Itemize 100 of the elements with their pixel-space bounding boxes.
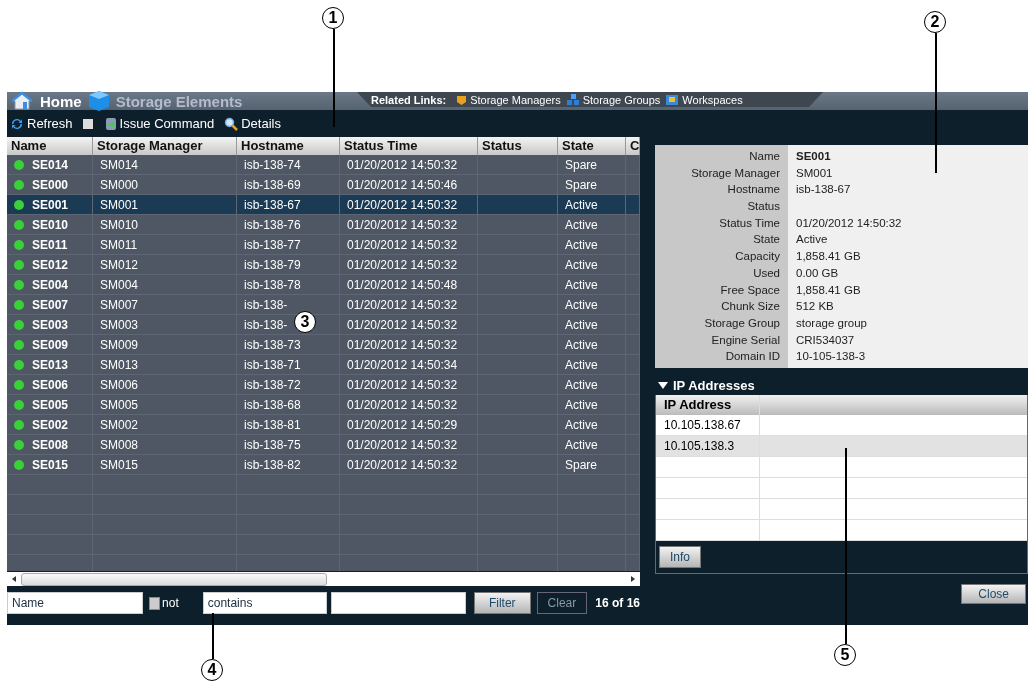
status-dot	[14, 279, 24, 290]
table-row[interactable]: SE005 SM005 isb-138-68 01/20/2012 14:50:32 Active	[7, 395, 640, 415]
table-cell: Active	[565, 257, 598, 272]
detail-value: 10-105-138-3	[796, 350, 866, 363]
filter-button[interactable]: Filter	[473, 592, 531, 614]
table-cell: SM008	[100, 437, 139, 452]
detail-value: 01/20/2012 14:50:32	[796, 216, 902, 229]
table-cell: SM010	[100, 217, 139, 232]
table-cell: SM007	[100, 297, 139, 312]
value-field[interactable]	[331, 592, 466, 614]
table-cell: SM012	[100, 257, 139, 272]
column-header[interactable]: Hostname	[237, 137, 340, 155]
detail-value: 0.00 GB	[796, 266, 839, 279]
table-row[interactable]: SE004 SM004 isb-138-78 01/20/2012 14:50:48 Active	[7, 275, 640, 295]
table-row[interactable]: SE002 SM002 isb-138-81 01/20/2012 14:50:29 Active	[7, 415, 640, 435]
column-header[interactable]: Storage Manager	[93, 137, 237, 155]
table-cell: SE002	[32, 417, 69, 432]
table-cell: Spare	[565, 157, 598, 172]
table-cell: Active	[565, 277, 598, 292]
table-row[interactable]: SE009 SM009 isb-138-73 01/20/2012 14:50:32 Active	[7, 335, 640, 355]
detail-label: Used	[753, 266, 780, 279]
column-header[interactable]: State	[558, 137, 626, 155]
table-cell: SM009	[100, 337, 139, 352]
not-checkbox[interactable]	[149, 596, 161, 610]
table-row[interactable]: SE014 SM014 isb-138-74 01/20/2012 14:50:32 Spare	[7, 155, 640, 175]
horizontal-scrollbar[interactable]	[7, 572, 640, 586]
table-row[interactable]: SE013 SM013 isb-138-71 01/20/2012 14:50:34 Active	[7, 355, 640, 375]
table-cell: SE015	[32, 457, 69, 472]
window-icon	[666, 93, 680, 106]
column-header[interactable]: Name	[7, 137, 93, 155]
toolbar-button[interactable]: Refresh	[10, 116, 73, 131]
detail-value: CRI534037	[796, 333, 855, 346]
detail-value: storage group	[796, 316, 867, 329]
status-dot	[14, 379, 24, 390]
table-cell: SE011	[32, 237, 68, 252]
table-cell: isb-138-74	[244, 157, 301, 172]
callout-number: 4	[201, 659, 223, 681]
table-row[interactable]: SE008 SM008 isb-138-75 01/20/2012 14:50:32 Active	[7, 435, 640, 455]
detail-label: State	[753, 233, 780, 246]
section-toggle[interactable]: IP Addresses	[655, 377, 1028, 393]
table-cell: Active	[565, 217, 598, 232]
table-row[interactable]: SE007 SM007 isb-138- 01/20/2012 14:50:32 Active	[7, 295, 640, 315]
table-cell: 10.105.138.3	[664, 438, 735, 453]
detail-value: isb-138-67	[796, 183, 851, 196]
table-cell: isb-138-72	[244, 377, 301, 392]
callout-number: 1	[322, 7, 344, 29]
related-link[interactable]: Storage Managers	[456, 93, 561, 106]
operator-field[interactable]: contains	[202, 592, 328, 614]
table-cell: 01/20/2012 14:50:32	[347, 317, 458, 332]
square-icon[interactable]	[82, 118, 93, 129]
toolbar-button[interactable]: Details	[224, 116, 281, 131]
not-label: not	[162, 596, 179, 610]
table-cell: isb-138-82	[244, 457, 301, 472]
related-link[interactable]: Storage Groups	[566, 93, 661, 106]
table-row[interactable]: SE015 SM015 isb-138-82 01/20/2012 14:50:32 Spare	[7, 455, 640, 475]
detail-label: Storage Group	[704, 316, 780, 329]
table-cell: SM002	[100, 417, 139, 432]
refresh-icon	[10, 116, 24, 131]
ip-row[interactable]: 10.105.138.3	[656, 435, 1027, 457]
table-cell: SE014	[32, 157, 69, 172]
detail-value: 1,858.41 GB	[796, 283, 861, 296]
status-dot	[14, 339, 24, 350]
table-cell: 01/20/2012 14:50:32	[347, 437, 458, 452]
toolbar-button[interactable]: Issue Command	[104, 116, 215, 131]
table-cell: SE005	[32, 397, 69, 412]
table-row[interactable]: SE012 SM012 isb-138-79 01/20/2012 14:50:32 Active	[7, 255, 640, 275]
detail-label: Status	[747, 200, 780, 213]
table-row[interactable]: SE010 SM010 isb-138-76 01/20/2012 14:50:32 Active	[7, 215, 640, 235]
column-header[interactable]: Status Time	[340, 137, 478, 155]
cube-icon	[87, 90, 110, 112]
related-links-label: Related Links:	[371, 93, 447, 106]
table-cell: SE013	[32, 357, 69, 372]
table-cell: SM000	[100, 177, 139, 192]
table-cell: 01/20/2012 14:50:32	[347, 217, 458, 232]
info-button[interactable]: Info	[659, 545, 701, 568]
detail-label: Status Time	[719, 216, 780, 229]
table-cell: isb-138-73	[244, 337, 301, 352]
callout-number: 2	[924, 11, 946, 33]
table-row[interactable]: SE011 SM011 isb-138-77 01/20/2012 14:50:32 Active	[7, 235, 640, 255]
status-dot	[14, 259, 24, 270]
column-header[interactable]: C	[626, 137, 640, 155]
table-cell: SM011	[100, 237, 138, 252]
table-cell: 01/20/2012 14:50:32	[347, 337, 458, 352]
column-header[interactable]: Status	[478, 137, 558, 155]
table-cell: Active	[565, 417, 598, 432]
status-dot	[14, 179, 24, 190]
table-cell: SE008	[32, 437, 69, 452]
table-cell: 01/20/2012 14:50:29	[347, 417, 458, 432]
close-button[interactable]: Close	[961, 583, 1026, 604]
ip-row[interactable]: 10.105.138.67	[656, 414, 1027, 436]
house-icon	[10, 91, 34, 111]
table-cell: 01/20/2012 14:50:32	[347, 157, 458, 172]
table-cell: SE006	[32, 377, 69, 392]
home-link[interactable]: Home	[40, 92, 82, 110]
status-dot	[14, 199, 24, 210]
table-cell: SM013	[100, 357, 139, 372]
table-row[interactable]: SE001 SM001 isb-138-67 01/20/2012 14:50:32 Active	[7, 195, 640, 215]
filter-field[interactable]: Name	[7, 592, 144, 614]
table-row[interactable]: SE006 SM006 isb-138-72 01/20/2012 14:50:32 Active	[7, 375, 640, 395]
related-link[interactable]: Workspaces	[666, 93, 743, 106]
